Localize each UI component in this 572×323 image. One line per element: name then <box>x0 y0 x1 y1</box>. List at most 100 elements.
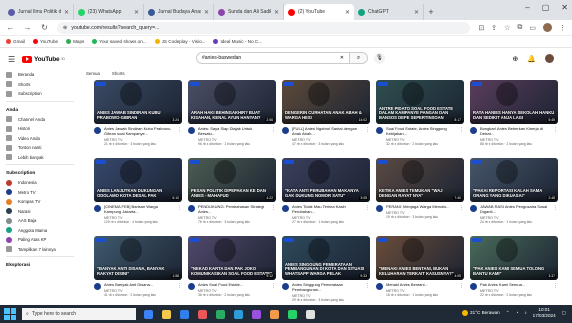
browser-tab[interactable]: Jurnal Ilmu Politik da ✕ <box>4 4 74 20</box>
sidebar-item[interactable]: Beranda <box>6 70 80 80</box>
video-thumbnail[interactable]: DENGERIN CURHATAN ANAK ABAH & WARGA HESI… <box>282 80 370 124</box>
sidebar-show-more[interactable]: Tampilkan 7 lainnya <box>6 245 80 255</box>
browser-tab[interactable]: (23) WhatsApp ✕ <box>74 4 144 20</box>
video-title[interactable]: PERANI: Menjaga Warga Menulis... <box>386 205 456 210</box>
video-card[interactable]: "KATA ANTI PERUBAHAN MAKANYA GAK DUKUNG … <box>282 158 370 232</box>
more-options-icon[interactable]: ⋮ <box>271 205 276 224</box>
back-icon[interactable]: ← <box>6 23 15 32</box>
network-icon[interactable]: ◔ <box>516 310 519 315</box>
search-button[interactable]: ⌕ <box>350 52 368 64</box>
video-card[interactable]: RATA HANIES HANYA SEKOLAH HANKU DAN SEDI… <box>470 80 558 154</box>
channel-avatar[interactable] <box>282 205 289 212</box>
video-card[interactable]: ANIES LANJUTKAN DUKUNGAN ODOLAMO KOTA DE… <box>94 158 182 232</box>
subscription-item[interactable]: Anggota Mama <box>6 226 80 236</box>
channel-avatar[interactable] <box>282 283 289 290</box>
bookmark-item[interactable]: Ideal Music - No C... <box>213 39 262 44</box>
whatsapp-icon[interactable] <box>288 309 297 319</box>
bookmark-item[interactable]: Your saved shows on... <box>92 39 147 44</box>
system-clock[interactable]: 10:01 17/03/2024 <box>533 307 556 318</box>
install-icon[interactable]: ⊡ <box>478 24 484 32</box>
video-card[interactable]: DENGERIN CURHATAN ANAK ABAH & WARGA HESI… <box>282 80 370 154</box>
more-options-icon[interactable]: ⋮ <box>271 127 276 146</box>
video-card[interactable]: ARAH HAKI BEHINGAKHIR? BUAT KISAHAN, KEN… <box>188 80 276 154</box>
channel-avatar[interactable] <box>376 283 383 290</box>
app-icon-3[interactable] <box>306 309 315 319</box>
channel-avatar[interactable] <box>188 127 195 134</box>
video-title[interactable]: [CINEMA FEB] Barisan Warga Kampung Jakar… <box>104 205 174 215</box>
more-options-icon[interactable]: ⋮ <box>177 205 182 224</box>
more-options-icon[interactable]: ⋮ <box>177 283 182 297</box>
new-tab-icon[interactable]: + <box>424 4 438 20</box>
channel-avatar[interactable] <box>470 205 477 212</box>
video-title[interactable]: [FULL] Anies Ngobrol Santai dengan Anak … <box>292 127 362 137</box>
video-card[interactable]: "PAK ANIES KAMI SEMUA TOLONG BANTU KAMI"… <box>470 236 558 310</box>
video-thumbnail[interactable]: ANIES SINGGUNG PEMERATAAN PEMBANGUNAN DI… <box>282 236 370 280</box>
bookmark-item[interactable]: Maps <box>66 39 84 44</box>
video-thumbnail[interactable]: "BANYAK ANTI DISANA, BANYAK RAKYAT DISIN… <box>94 236 182 280</box>
reload-icon[interactable]: ↻ <box>40 23 49 32</box>
tab-close-icon[interactable]: ✕ <box>64 9 69 16</box>
app-icon[interactable] <box>252 309 261 319</box>
channel-avatar[interactable] <box>376 205 383 212</box>
video-title[interactable]: Anies: Saya Siap Diajak Untuk Bersatu... <box>198 127 268 137</box>
create-video-icon[interactable]: ⊕ <box>512 55 518 63</box>
task-view-icon[interactable] <box>144 309 153 319</box>
minimize-icon[interactable]: – <box>525 3 529 12</box>
video-thumbnail[interactable]: "PAK ANIES KAMI SEMUA TOLONG BANTU KAMI"… <box>470 236 558 280</box>
video-card[interactable]: "NEKAD KARTA DAN PAK JOKO KOMUNIKASIKAN … <box>188 236 276 310</box>
tab-close-icon[interactable]: ✕ <box>204 9 209 16</box>
video-title[interactable]: Soal Food Estate, Anies Singgung Kebijak… <box>386 127 456 137</box>
video-title[interactable]: JAWAB RASI Anies Pengusaha Sosal Diganti… <box>480 205 550 215</box>
video-thumbnail[interactable]: ANTRE PIDATO SOAL FOOD ESTATE DALAM KAMP… <box>376 80 464 124</box>
sidebar-item[interactable]: Shorts <box>6 80 80 90</box>
more-options-icon[interactable]: ⋮ <box>365 205 370 224</box>
video-card[interactable]: ANIES SINGGUNG PEMERATAAN PEMBANGUNAN DI… <box>282 236 370 310</box>
tab-close-icon[interactable]: ✕ <box>414 9 419 16</box>
video-thumbnail[interactable]: ANIES LANJUTKAN DUKUNGAN ODOLAMO KOTA DE… <box>94 158 182 202</box>
sidebar-item[interactable]: Lebih banyak <box>6 153 80 163</box>
sidebar-item[interactable]: Video Anda <box>6 134 80 144</box>
browser-tab[interactable]: (2) YouTube ✕ <box>284 4 354 20</box>
channel-avatar[interactable] <box>282 127 289 134</box>
notifications-bell-icon[interactable]: 🔔 <box>527 55 536 63</box>
video-card[interactable]: "MENAKI ANIES BENTANI, BUKAN KELUHARAN T… <box>376 236 464 310</box>
file-explorer-icon[interactable] <box>162 309 171 319</box>
video-thumbnail[interactable]: RATA HANIES HANYA SEKOLAH HANKU DAN SEDI… <box>470 80 558 124</box>
bookmark-star-icon[interactable]: ☆ <box>504 24 510 32</box>
video-card[interactable]: ANIES JAWAB SINDIRAN KUBU PRABOWO-GIBRAN… <box>94 80 182 154</box>
sidebar-item[interactable]: Histori <box>6 124 80 134</box>
windows-start-button[interactable] <box>4 308 16 320</box>
maximize-icon[interactable]: ▢ <box>542 3 550 12</box>
browser-tab[interactable]: ChatGPT ✕ <box>354 4 424 20</box>
close-window-icon[interactable]: ✕ <box>561 3 568 12</box>
more-options-icon[interactable]: ⋮ <box>271 283 276 297</box>
video-thumbnail[interactable]: "KATA ANTI PERUBAHAN MAKANYA GAK DUKUNG … <box>282 158 370 202</box>
sidebar-item[interactable]: Subscription <box>6 89 80 99</box>
tab-close-icon[interactable]: ✕ <box>134 9 139 16</box>
bookmark-item[interactable]: JS Codeplay - Visio... <box>154 39 205 44</box>
video-card[interactable]: "BANYAK ANTI DISANA, BANYAK RAKYAT DISIN… <box>94 236 182 310</box>
channel-avatar[interactable] <box>94 283 101 290</box>
sidebar-section-you[interactable]: Anda <box>6 106 80 115</box>
edge-icon[interactable] <box>180 309 189 319</box>
channel-avatar[interactable] <box>188 283 195 290</box>
address-bar[interactable]: ⊜ youtube.com/results?search_query=... <box>57 21 471 34</box>
word-icon[interactable] <box>234 309 243 319</box>
video-title[interactable]: Anies Singgung Pemerataan Pembangunan... <box>292 283 362 293</box>
volume-icon[interactable]: ♪ <box>524 310 526 315</box>
chip-all[interactable]: Semua <box>84 70 102 77</box>
video-thumbnail[interactable]: "NEKAD KARTA DAN PAK JOKO KOMUNIKASIKAN … <box>188 236 276 280</box>
video-thumbnail[interactable]: "MENAKI ANIES BENTANI, BUKAN KELUHARAN T… <box>376 236 464 280</box>
notification-center-icon[interactable]: ▢ <box>562 310 566 316</box>
more-options-icon[interactable]: ⋮ <box>365 283 370 302</box>
profile-avatar[interactable] <box>543 23 552 32</box>
tab-close-icon[interactable]: ✕ <box>274 9 279 16</box>
more-options-icon[interactable]: ⋮ <box>553 283 558 297</box>
video-title[interactable]: Anies Tidak Mau Terima Kasih Perubahan..… <box>292 205 362 215</box>
forward-icon[interactable]: → <box>23 23 32 32</box>
video-thumbnail[interactable]: "PAKAI REPORTASI KALAH SAMA ORANG YANG D… <box>470 158 558 202</box>
channel-avatar[interactable] <box>188 205 195 212</box>
subscription-item[interactable]: Narasi <box>6 207 80 217</box>
extensions-icon[interactable]: ⧉ <box>517 24 522 32</box>
subscription-item[interactable]: AAS Baja <box>6 216 80 226</box>
